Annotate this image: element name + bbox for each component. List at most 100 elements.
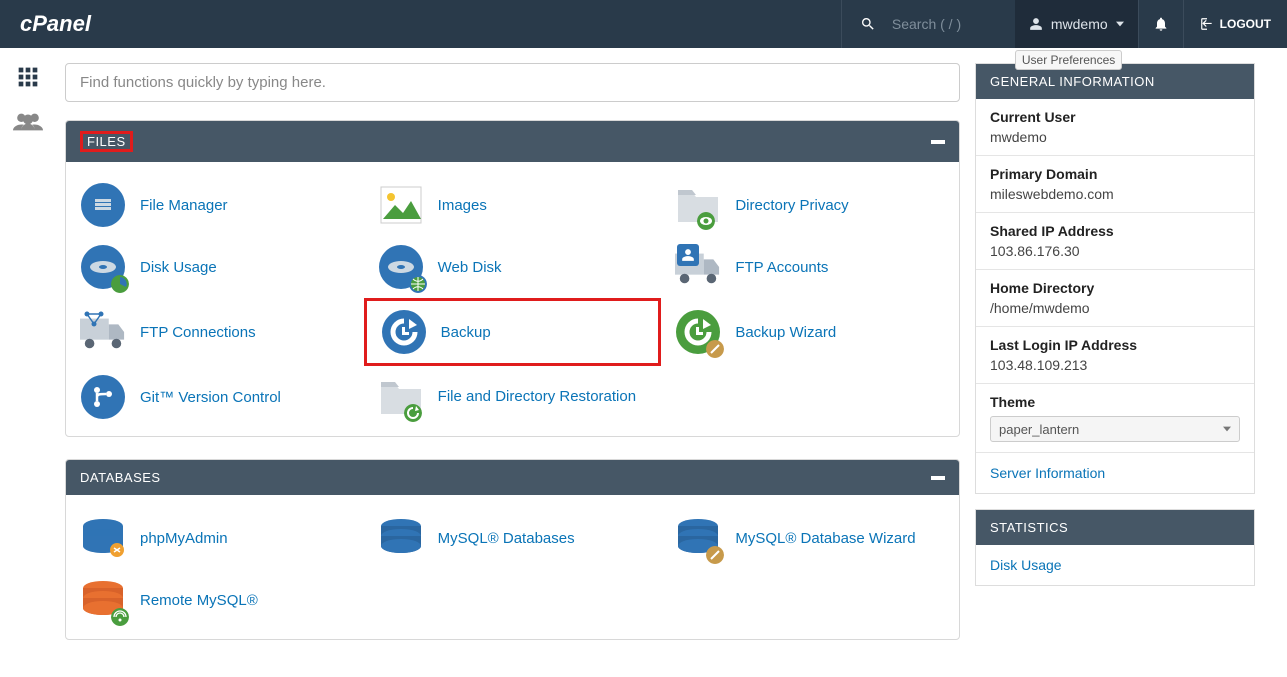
restore-icon	[404, 404, 422, 422]
caret-down-icon	[1116, 20, 1124, 28]
collapse-icon[interactable]	[931, 476, 945, 480]
right-sidebar: GENERAL INFORMATION Current User mwdemo …	[975, 48, 1270, 677]
statistics-header: STATISTICS	[976, 510, 1254, 545]
info-label: Current User	[990, 109, 1240, 125]
tool-label: FTP Accounts	[735, 259, 828, 276]
bell-icon	[1153, 16, 1169, 32]
backup-icon	[389, 317, 419, 347]
tool-remote-mysql[interactable]: Remote MySQL®	[66, 569, 364, 631]
user-tooltip: User Preferences	[1015, 50, 1122, 70]
user-menu[interactable]: mwdemo User Preferences	[1015, 0, 1138, 48]
tool-directory-privacy[interactable]: Directory Privacy	[661, 174, 959, 236]
theme-select[interactable]: paper_lantern	[990, 416, 1240, 442]
tool-label: File Manager	[140, 197, 228, 214]
disk-icon	[89, 260, 117, 274]
tool-file-restoration[interactable]: File and Directory Restoration	[364, 366, 662, 428]
logout-button[interactable]: LOGOUT	[1183, 0, 1287, 48]
username: mwdemo	[1051, 16, 1108, 32]
databases-panel-header[interactable]: DATABASES	[66, 460, 959, 495]
files-panel: FILES File Manager Images Directory Priv…	[65, 120, 960, 437]
tool-mysql-wizard[interactable]: MySQL® Database Wizard	[661, 507, 959, 569]
tool-label: Web Disk	[438, 259, 502, 276]
tool-images[interactable]: Images	[364, 174, 662, 236]
info-label: Last Login IP Address	[990, 337, 1240, 353]
tool-label: FTP Connections	[140, 324, 256, 341]
notifications-button[interactable]	[1138, 0, 1183, 48]
stats-disk-usage[interactable]: Disk Usage	[976, 545, 1254, 585]
tool-ftp-accounts[interactable]: FTP Accounts	[661, 236, 959, 298]
globe-icon	[409, 275, 427, 293]
databases-panel: DATABASES phpMyAdmin MySQL® Databases My…	[65, 459, 960, 640]
files-title: FILES	[80, 131, 133, 152]
database-icon	[379, 518, 423, 558]
statistics-card: STATISTICS Disk Usage	[975, 509, 1255, 586]
tool-label: Disk Usage	[140, 259, 217, 276]
tool-web-disk[interactable]: Web Disk	[364, 236, 662, 298]
eye-icon	[697, 212, 715, 230]
logout-label: LOGOUT	[1220, 17, 1271, 31]
info-label: Primary Domain	[990, 166, 1240, 182]
tool-disk-usage[interactable]: Disk Usage	[66, 236, 364, 298]
find-functions-input[interactable]	[65, 63, 960, 102]
tool-label: Backup Wizard	[735, 324, 836, 341]
tool-file-manager[interactable]: File Manager	[66, 174, 364, 236]
theme-row: Theme paper_lantern	[976, 384, 1254, 453]
home-dir-row: Home Directory /home/mwdemo	[976, 270, 1254, 327]
info-value: mileswebdemo.com	[990, 186, 1240, 202]
info-value: mwdemo	[990, 129, 1240, 145]
wizard-icon	[706, 340, 724, 358]
tool-label: Backup	[441, 324, 491, 341]
svg-text:cPanel: cPanel	[20, 12, 92, 36]
last-login-row: Last Login IP Address 103.48.109.213	[976, 327, 1254, 384]
theme-value: paper_lantern	[999, 422, 1079, 437]
tool-label: Remote MySQL®	[140, 592, 258, 609]
file-manager-icon	[91, 193, 115, 217]
info-label: Home Directory	[990, 280, 1240, 296]
info-label: Theme	[990, 394, 1240, 410]
caret-down-icon	[1223, 425, 1231, 433]
current-user-row: Current User mwdemo	[976, 99, 1254, 156]
search-icon	[860, 16, 876, 32]
remote-icon	[111, 608, 129, 626]
tool-ftp-connections[interactable]: FTP Connections	[66, 298, 364, 366]
tool-label: MySQL® Database Wizard	[735, 530, 915, 547]
collapse-icon[interactable]	[931, 140, 945, 144]
images-icon	[379, 183, 423, 227]
logo[interactable]: cPanel	[0, 12, 135, 36]
tool-label: Images	[438, 197, 487, 214]
tool-phpmyadmin[interactable]: phpMyAdmin	[66, 507, 364, 569]
tool-label: phpMyAdmin	[140, 530, 228, 547]
info-value: 103.48.109.213	[990, 357, 1240, 373]
apps-icon[interactable]	[14, 63, 42, 91]
tool-label: Directory Privacy	[735, 197, 848, 214]
tool-label: Git™ Version Control	[140, 389, 281, 406]
shared-ip-row: Shared IP Address 103.86.176.30	[976, 213, 1254, 270]
logout-icon	[1200, 17, 1214, 31]
server-info-link[interactable]: Server Information	[976, 453, 1254, 493]
general-info-card: GENERAL INFORMATION Current User mwdemo …	[975, 63, 1255, 494]
main-content: FILES File Manager Images Directory Priv…	[55, 48, 975, 677]
top-bar: cPanel mwdemo User Preferences LOGOUT	[0, 0, 1287, 48]
top-search[interactable]	[841, 0, 1015, 48]
tool-backup[interactable]: Backup	[364, 298, 662, 366]
user-icon	[1029, 17, 1043, 31]
users-icon[interactable]	[13, 111, 43, 133]
network-badge-icon	[84, 311, 104, 330]
disk-icon	[387, 260, 415, 274]
tool-mysql-databases[interactable]: MySQL® Databases	[364, 507, 662, 569]
primary-domain-row: Primary Domain mileswebdemo.com	[976, 156, 1254, 213]
tool-git[interactable]: Git™ Version Control	[66, 366, 364, 428]
tool-label: File and Directory Restoration	[438, 387, 636, 407]
left-nav	[0, 48, 55, 677]
pie-icon	[111, 275, 129, 293]
git-icon	[90, 384, 116, 410]
info-value: /home/mwdemo	[990, 300, 1240, 316]
files-panel-header[interactable]: FILES	[66, 121, 959, 162]
info-label: Shared IP Address	[990, 223, 1240, 239]
phpmyadmin-icon	[81, 518, 125, 558]
user-badge-icon	[677, 244, 699, 266]
databases-title: DATABASES	[80, 470, 161, 485]
tool-backup-wizard[interactable]: Backup Wizard	[661, 298, 959, 366]
top-search-input[interactable]	[892, 16, 997, 32]
info-value: 103.86.176.30	[990, 243, 1240, 259]
